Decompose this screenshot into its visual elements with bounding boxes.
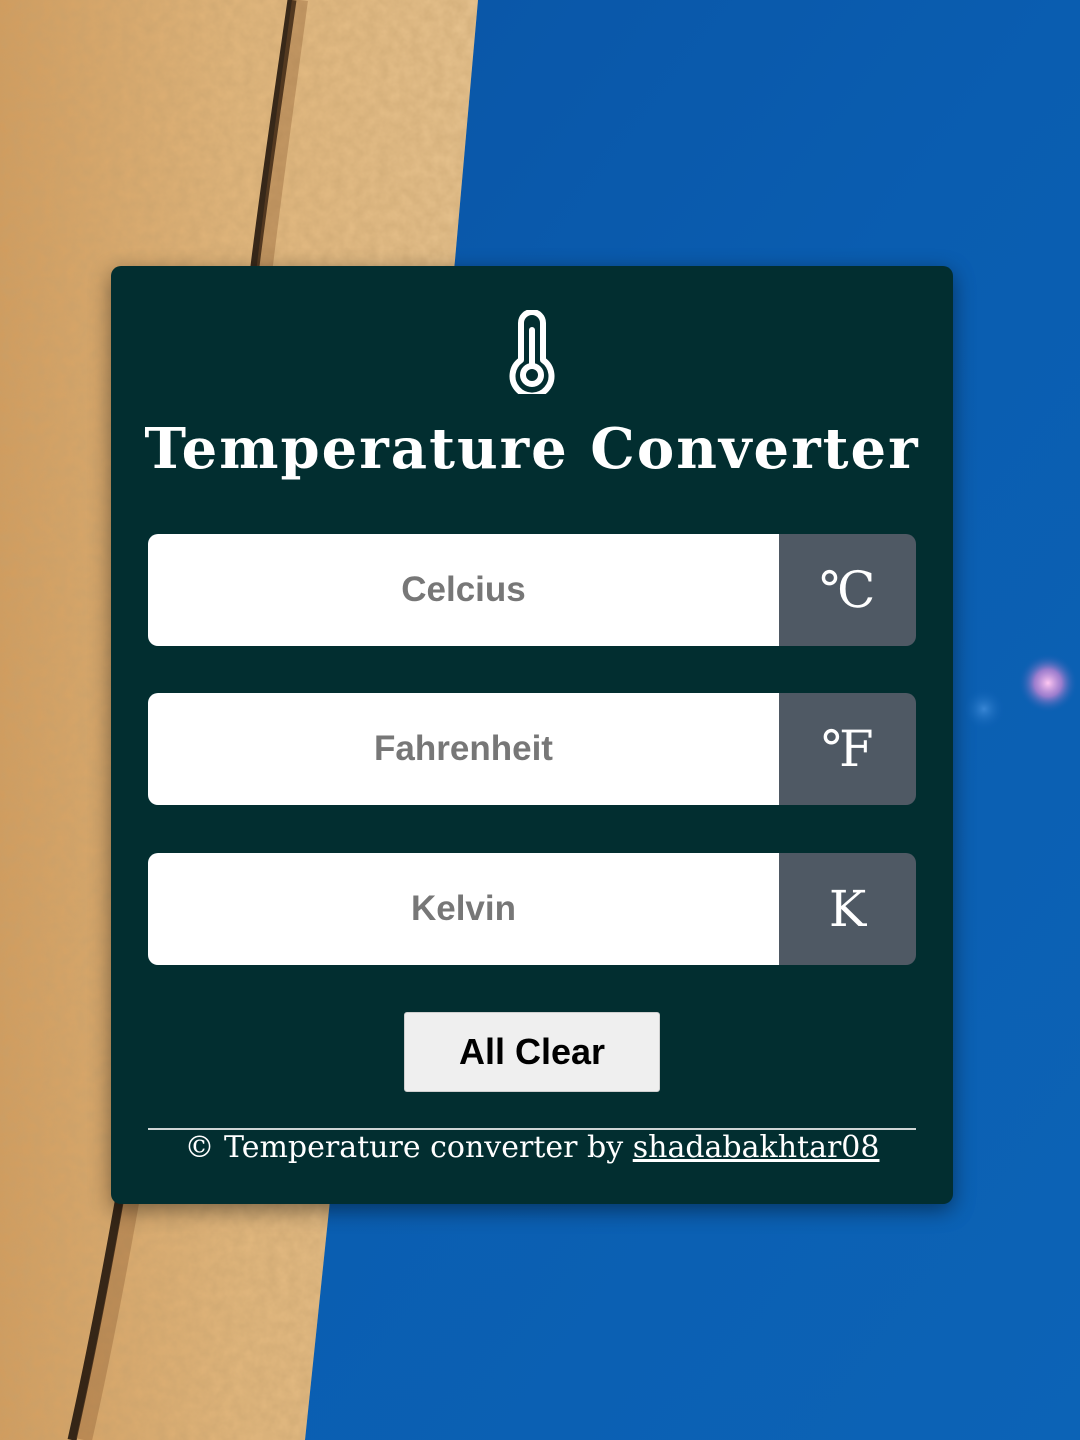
celsius-input[interactable] xyxy=(148,534,779,646)
author-link[interactable]: shadabakhtar08 xyxy=(633,1130,880,1165)
kelvin-row: K xyxy=(148,853,916,965)
celsius-row: ℃ xyxy=(148,534,916,646)
thermometer-icon xyxy=(111,310,953,394)
kelvin-input[interactable] xyxy=(148,853,779,965)
page-title: Temperature Converter xyxy=(144,416,920,482)
thermometer-icon-svg xyxy=(509,310,555,394)
fahrenheit-row: ℉ xyxy=(148,693,916,805)
celsius-unit-label: ℃ xyxy=(779,534,916,646)
converter-card: Temperature Converter ℃ ℉ K All Clear © … xyxy=(111,266,953,1204)
all-clear-button[interactable]: All Clear xyxy=(404,1012,660,1092)
kelvin-unit-label: K xyxy=(779,853,916,965)
fahrenheit-input[interactable] xyxy=(148,693,779,805)
footer: © Temperature converter by shadabakhtar0… xyxy=(111,1130,953,1165)
footer-text: © Temperature converter by xyxy=(184,1130,633,1165)
fahrenheit-unit-label: ℉ xyxy=(779,693,916,805)
